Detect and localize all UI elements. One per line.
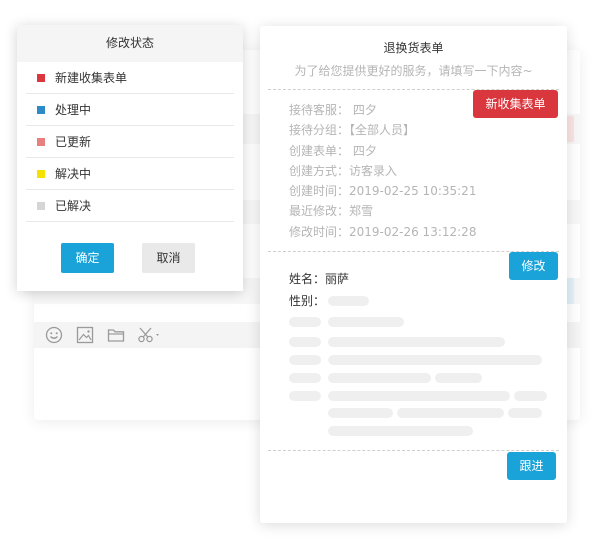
- status-color-swatch: [37, 105, 45, 114]
- status-option-new-form[interactable]: 新建收集表单: [26, 62, 234, 94]
- placeholder-bar: [514, 391, 547, 401]
- status-list: 新建收集表单 处理中 已更新 解决中 已解决: [17, 62, 243, 222]
- placeholder-bar: [289, 373, 321, 383]
- status-option-label: 已解决: [55, 199, 92, 213]
- edit-button[interactable]: 修改: [509, 252, 558, 280]
- meta-creation-method: 创建方式：访客录入: [289, 163, 398, 178]
- divider: [268, 450, 559, 451]
- gender-field: 性别：: [289, 294, 326, 308]
- form-subtitle: 为了给您提供更好的服务，请填写一下内容~: [294, 64, 533, 78]
- image-icon[interactable]: [76, 326, 94, 344]
- status-option-label: 处理中: [55, 103, 92, 117]
- placeholder-bar: [328, 408, 393, 418]
- return-form-panel: 退换货表单 为了给您提供更好的服务，请填写一下内容~ 新收集表单 接待客服： 四…: [260, 26, 567, 523]
- meta-reception-group: 接待分组：【全部人员】: [289, 123, 416, 138]
- scissors-icon[interactable]: [137, 326, 163, 344]
- placeholder-bar: [508, 408, 542, 418]
- placeholder-bar: [328, 391, 510, 401]
- follow-up-button[interactable]: 跟进: [507, 452, 556, 480]
- placeholder-bar: [289, 317, 321, 327]
- status-option-updated[interactable]: 已更新: [26, 126, 234, 158]
- folder-icon[interactable]: [107, 326, 125, 344]
- status-color-swatch: [37, 169, 45, 178]
- placeholder-bar: [328, 426, 473, 436]
- meta-last-modifier: 最近修改：郑雪: [289, 204, 374, 219]
- background-red-tab: [566, 116, 574, 142]
- smiley-icon[interactable]: [45, 326, 63, 344]
- name-field: 姓名：丽萨: [289, 272, 350, 286]
- placeholder-bar: [435, 373, 482, 383]
- meta-created-time: 创建时间：2019-02-25 10:35:21: [289, 184, 477, 199]
- status-option-label: 解决中: [55, 167, 92, 181]
- confirm-button[interactable]: 确定: [61, 243, 114, 273]
- status-option-resolving[interactable]: 解决中: [26, 158, 234, 190]
- new-form-button[interactable]: 新收集表单: [473, 90, 558, 118]
- background-blue-tab: [566, 278, 574, 304]
- status-color-swatch: [37, 73, 45, 82]
- status-color-swatch: [37, 137, 45, 146]
- form-meta-list: 接待客服： 四夕 接待分组：【全部人员】 创建表单： 四夕 创建方式：访客录入 …: [289, 100, 476, 242]
- placeholder-bar: [328, 337, 505, 347]
- meta-created-by: 创建表单： 四夕: [289, 143, 377, 158]
- status-option-resolved[interactable]: 已解决: [26, 190, 234, 222]
- placeholder-bar: [328, 296, 369, 306]
- meta-modified-time: 修改时间：2019-02-26 13:12:28: [289, 224, 477, 239]
- status-option-label: 新建收集表单: [55, 71, 128, 85]
- placeholder-bar: [328, 373, 431, 383]
- placeholder-bar: [397, 408, 504, 418]
- placeholder-bar: [328, 317, 404, 327]
- form-title: 退换货表单: [383, 41, 444, 55]
- status-popup-title: 修改状态: [17, 25, 243, 62]
- placeholder-bar: [289, 337, 321, 347]
- meta-reception-agent: 接待客服： 四夕: [289, 103, 377, 117]
- status-option-processing[interactable]: 处理中: [26, 94, 234, 126]
- cancel-button[interactable]: 取消: [142, 243, 195, 273]
- placeholder-bar: [289, 391, 321, 401]
- placeholder-bar: [289, 355, 321, 365]
- status-color-swatch: [37, 201, 45, 210]
- status-option-label: 已更新: [55, 135, 92, 149]
- placeholder-bar: [328, 355, 542, 365]
- status-popup: 修改状态 新建收集表单 处理中 已更新 解决中 已解决 确定 取消: [17, 25, 243, 291]
